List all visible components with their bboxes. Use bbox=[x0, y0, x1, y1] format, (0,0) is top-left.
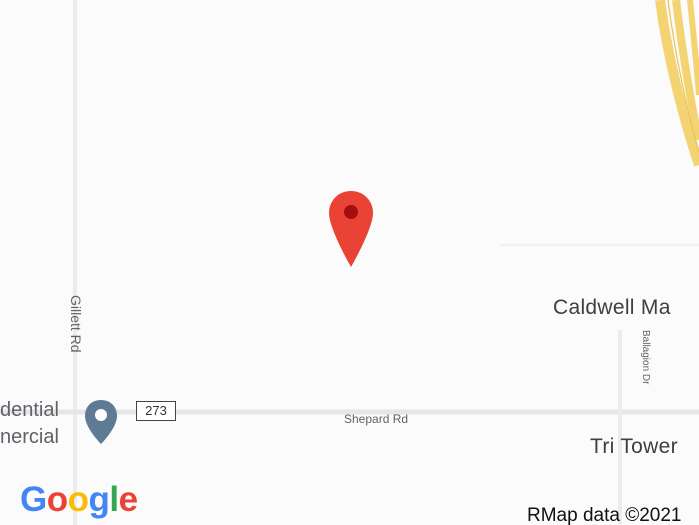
caldwell-place-label[interactable]: Caldwell Ma bbox=[553, 296, 671, 320]
logo-letter: G bbox=[20, 480, 47, 519]
ballagion-road-label: Ballagion Dr bbox=[640, 330, 651, 385]
logo-letter: l bbox=[109, 480, 119, 519]
business-poi-label[interactable]: dential nercial bbox=[0, 397, 59, 451]
logo-letter: o bbox=[67, 480, 89, 519]
shepard-road-label: Shepard Rd bbox=[344, 412, 409, 426]
business-label-line1: dential bbox=[0, 399, 59, 421]
map-marker-icon[interactable] bbox=[327, 189, 375, 269]
gillett-road-label: Gillett Rd bbox=[68, 295, 84, 353]
location-pin-icon[interactable] bbox=[83, 398, 119, 446]
tri-tower-place-label[interactable]: Tri Tower bbox=[590, 435, 678, 459]
highway-band bbox=[655, 0, 699, 167]
map-canvas[interactable]: Gillett Rd Shepard Rd Ballagion Dr 273 C… bbox=[0, 0, 699, 525]
logo-letter: e bbox=[118, 480, 138, 519]
map-attribution[interactable]: RMap data ©2021 bbox=[527, 505, 682, 525]
google-logo: Google bbox=[20, 480, 138, 520]
business-label-line2: nercial bbox=[0, 426, 59, 448]
logo-letter: o bbox=[46, 480, 68, 519]
route-shield: 273 bbox=[136, 401, 176, 421]
logo-letter: g bbox=[88, 480, 110, 519]
